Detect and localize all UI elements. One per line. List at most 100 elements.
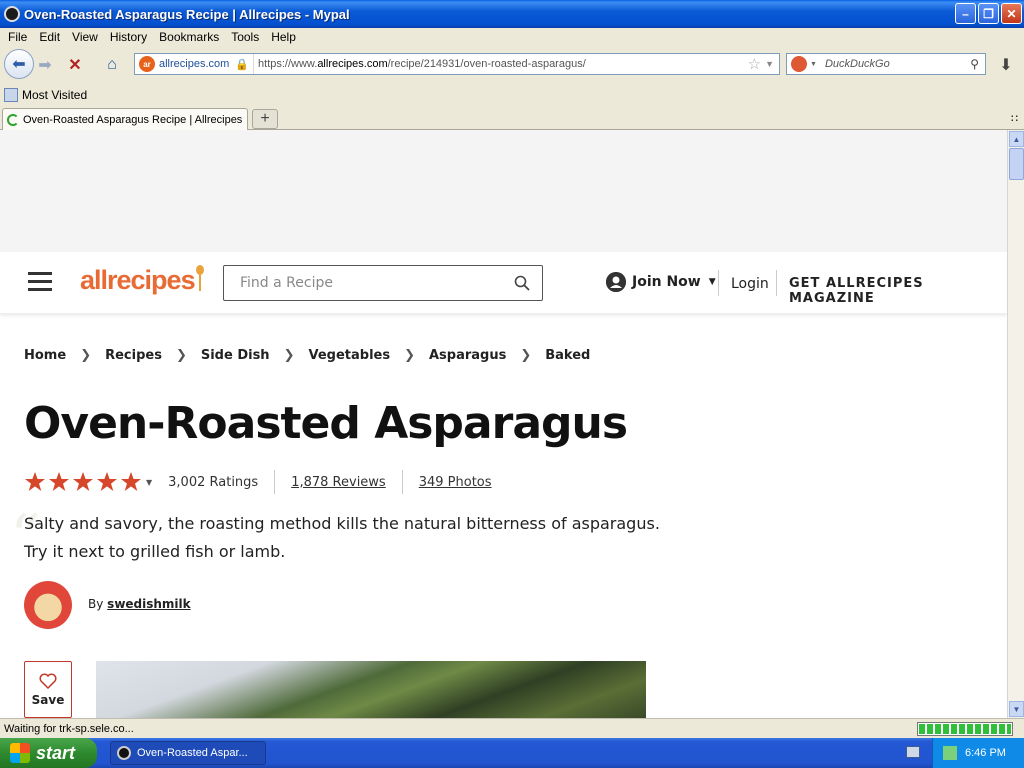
menu-history[interactable]: History xyxy=(110,30,147,44)
author-link[interactable]: swedishmilk xyxy=(107,597,190,611)
menu-help[interactable]: Help xyxy=(271,30,296,44)
ratings-count: 3,002 Ratings xyxy=(168,474,259,490)
url-text[interactable]: https://www.allrecipes.com/recipe/214931… xyxy=(254,58,748,70)
keyboard-layout-icon[interactable] xyxy=(906,746,920,758)
star-icon xyxy=(73,472,93,491)
star-icon xyxy=(121,472,141,491)
join-now-button[interactable]: Join Now ▼ xyxy=(606,272,716,292)
duckduckgo-engine-icon[interactable] xyxy=(791,56,807,72)
chevron-right-icon: ❯ xyxy=(520,348,532,363)
new-tab-button[interactable]: + xyxy=(252,109,278,129)
loading-spinner-icon xyxy=(7,113,19,126)
chevron-down-icon: ▼ xyxy=(708,277,716,287)
site-identity-label: allrecipes.com xyxy=(159,58,230,70)
forward-button[interactable]: ➡ xyxy=(36,52,54,78)
chevron-right-icon: ❯ xyxy=(80,348,92,363)
minimize-button[interactable]: – xyxy=(955,3,976,24)
breadcrumb: Home ❯ Recipes ❯ Side Dish ❯ Vegetables … xyxy=(24,348,590,363)
ratings-divider xyxy=(401,470,403,494)
star-rating[interactable] xyxy=(24,471,144,493)
recipe-search-placeholder: Find a Recipe xyxy=(240,275,333,291)
page-content: allrecipes Find a Recipe Join Now ▼ Logi… xyxy=(0,130,1007,718)
breadcrumb-home[interactable]: Home xyxy=(24,348,66,363)
home-icon: ⌂ xyxy=(107,56,117,73)
scroll-up-arrow-icon[interactable]: ▲ xyxy=(1009,131,1024,147)
arrow-right-icon: ➡ xyxy=(38,57,52,74)
save-label: Save xyxy=(31,692,65,707)
recipe-search-input[interactable]: Find a Recipe xyxy=(223,265,543,301)
scroll-down-arrow-icon[interactable]: ▼ xyxy=(1009,701,1024,717)
lock-icon: 🔒 xyxy=(235,58,250,71)
progress-fill xyxy=(919,724,1011,734)
maximize-button[interactable]: ❐ xyxy=(978,3,999,24)
engine-dropdown-icon[interactable]: ▼ xyxy=(810,61,817,68)
magnifier-icon[interactable]: ⚲ xyxy=(970,57,979,71)
menu-file[interactable]: File xyxy=(8,30,27,44)
loading-progress-bar xyxy=(917,722,1013,736)
hamburger-menu-icon[interactable] xyxy=(28,272,52,291)
downloads-button[interactable]: ⬇ xyxy=(992,52,1020,78)
ratings-divider xyxy=(274,470,276,494)
header-divider xyxy=(776,270,777,296)
tab-allrecipes[interactable]: Oven-Roasted Asparagus Recipe | Allrecip… xyxy=(2,108,248,130)
spoon-logo-icon xyxy=(195,265,204,293)
search-bar[interactable]: ▼ DuckDuckGo ⚲ xyxy=(786,53,986,75)
ratings-row: ▼ 3,002 Ratings 1,878 Reviews 349 Photos xyxy=(24,470,492,494)
magazine-link[interactable]: GET ALLRECIPES MAGAZINE xyxy=(789,276,1007,306)
stop-button[interactable]: ✕ xyxy=(62,52,88,78)
windows-taskbar: start Oven-Roasted Aspar... 6:46 PM xyxy=(0,738,1024,768)
recipe-photo[interactable] xyxy=(96,661,646,718)
bookmark-star-icon[interactable]: ☆ xyxy=(748,55,761,73)
taskbar-item-label: Oven-Roasted Aspar... xyxy=(137,747,248,759)
network-icon[interactable] xyxy=(943,746,957,760)
menu-bookmarks[interactable]: Bookmarks xyxy=(159,30,219,44)
breadcrumb-asparagus[interactable]: Asparagus xyxy=(429,348,506,363)
breadcrumb-side-dish[interactable]: Side Dish xyxy=(201,348,270,363)
byline-prefix: By xyxy=(88,597,104,611)
start-label: start xyxy=(36,742,76,763)
taskbar-item-mypal[interactable]: Oven-Roasted Aspar... xyxy=(110,741,266,765)
arrow-left-icon: ⬅ xyxy=(12,56,26,73)
header-divider xyxy=(718,270,719,296)
bookmark-most-visited[interactable]: Most Visited xyxy=(22,88,87,102)
breadcrumb-baked[interactable]: Baked xyxy=(545,348,590,363)
url-dropdown-icon[interactable]: ▼ xyxy=(765,59,774,69)
breadcrumb-vegetables[interactable]: Vegetables xyxy=(308,348,390,363)
star-icon xyxy=(97,472,117,491)
list-all-tabs-icon[interactable]: ∷ xyxy=(1011,112,1018,125)
breadcrumb-recipes[interactable]: Recipes xyxy=(105,348,162,363)
reviews-link[interactable]: 1,878 Reviews xyxy=(291,475,386,490)
chevron-right-icon: ❯ xyxy=(283,348,295,363)
back-button[interactable]: ⬅ xyxy=(4,49,34,79)
close-button[interactable]: ✕ xyxy=(1001,3,1022,24)
site-identity[interactable]: ar allrecipes.com 🔒 xyxy=(135,54,255,74)
vertical-scrollbar[interactable]: ▲ ▼ xyxy=(1007,130,1024,718)
search-icon[interactable] xyxy=(514,275,530,291)
recipe-title: Oven-Roasted Asparagus xyxy=(24,398,628,449)
heart-icon xyxy=(39,673,57,689)
ad-placeholder xyxy=(0,130,1007,252)
author-avatar[interactable] xyxy=(24,581,72,629)
menu-view[interactable]: View xyxy=(72,30,98,44)
allrecipes-favicon: ar xyxy=(139,56,155,72)
tab-strip: Oven-Roasted Asparagus Recipe | Allrecip… xyxy=(0,106,1024,130)
url-domain: allrecipes.com xyxy=(317,58,388,70)
save-button[interactable]: Save xyxy=(24,661,72,718)
chevron-right-icon: ❯ xyxy=(404,348,415,363)
allrecipes-logo[interactable]: allrecipes xyxy=(80,265,204,296)
login-link[interactable]: Login xyxy=(731,276,769,292)
author-byline: By swedishmilk xyxy=(88,597,191,611)
stop-icon: ✕ xyxy=(68,57,82,74)
home-button[interactable]: ⌂ xyxy=(98,52,126,78)
url-bar[interactable]: ar allrecipes.com 🔒 https://www.allrecip… xyxy=(134,53,780,75)
rating-dropdown-icon[interactable]: ▼ xyxy=(146,478,152,487)
site-header: allrecipes Find a Recipe Join Now ▼ Logi… xyxy=(0,252,1007,314)
clock[interactable]: 6:46 PM xyxy=(965,747,1006,759)
start-button[interactable]: start xyxy=(0,738,97,768)
scroll-thumb[interactable] xyxy=(1009,148,1024,180)
status-bar: Waiting for trk-sp.sele.co... xyxy=(0,718,1024,738)
photos-link[interactable]: 349 Photos xyxy=(419,475,492,490)
menu-tools[interactable]: Tools xyxy=(231,30,259,44)
menu-edit[interactable]: Edit xyxy=(39,30,60,44)
mypal-app-icon xyxy=(4,6,20,22)
